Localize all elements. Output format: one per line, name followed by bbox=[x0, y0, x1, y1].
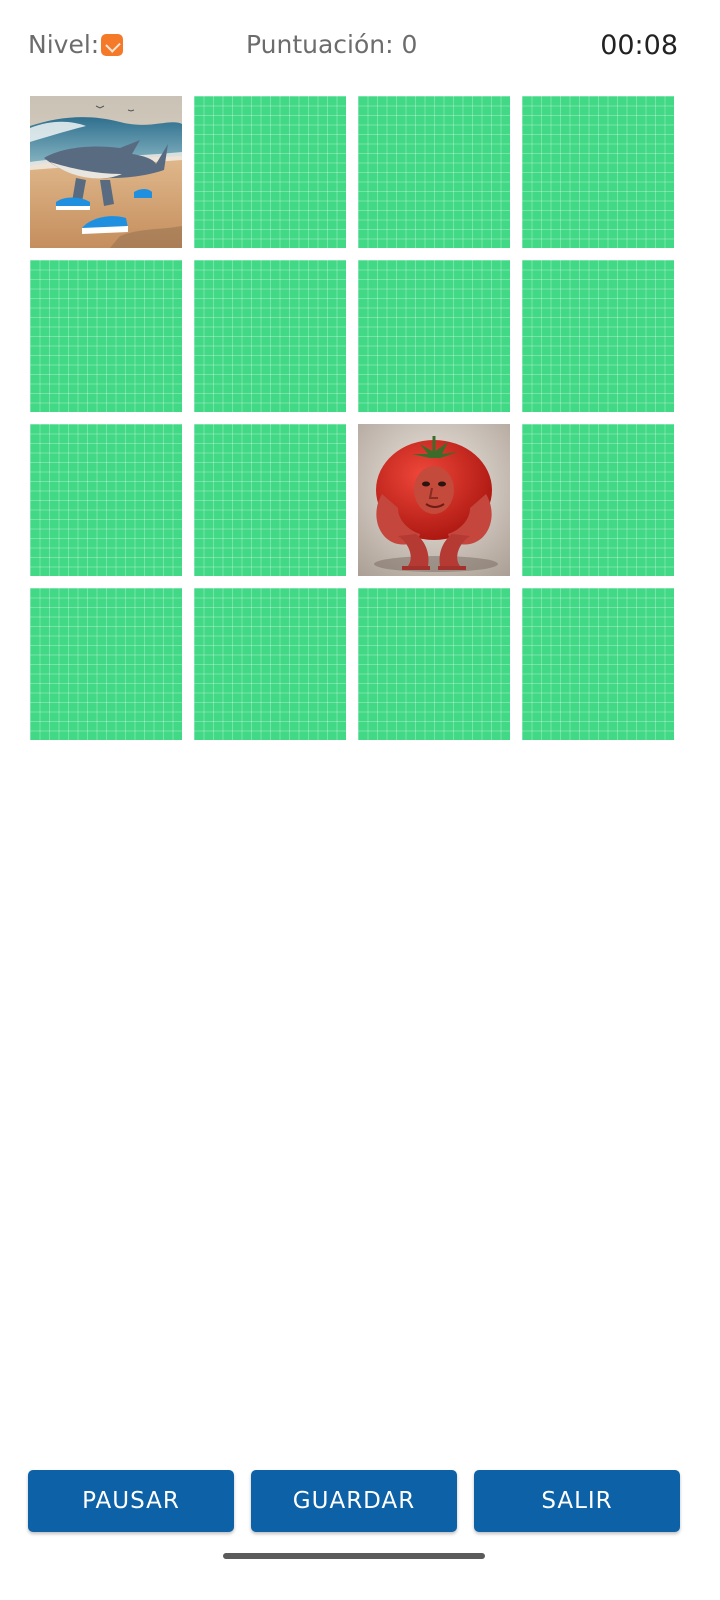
level-label: Nivel: bbox=[28, 30, 100, 59]
level-badge-icon bbox=[101, 33, 124, 56]
home-indicator[interactable] bbox=[223, 1553, 485, 1559]
card-hidden[interactable] bbox=[194, 260, 346, 412]
card-shark-image[interactable] bbox=[30, 96, 182, 248]
timer: 00:08 bbox=[600, 30, 678, 61]
card-hidden[interactable] bbox=[194, 424, 346, 576]
card-hidden[interactable] bbox=[358, 96, 510, 248]
card-hidden[interactable] bbox=[522, 96, 674, 248]
card-hidden[interactable] bbox=[522, 260, 674, 412]
card-hidden[interactable] bbox=[358, 588, 510, 740]
game-screen: Nivel: Puntuación: 0 00:08 PAUSAR GUARDA… bbox=[0, 0, 720, 1600]
exit-button[interactable]: SALIR bbox=[474, 1470, 680, 1532]
level-indicator: Nivel: bbox=[28, 30, 124, 59]
game-hud: Nivel: Puntuación: 0 00:08 bbox=[0, 26, 720, 68]
card-hidden[interactable] bbox=[522, 588, 674, 740]
card-tomato-image[interactable] bbox=[358, 424, 510, 576]
card-hidden[interactable] bbox=[194, 588, 346, 740]
card-hidden[interactable] bbox=[30, 588, 182, 740]
muscular-tomato-image bbox=[358, 424, 510, 576]
card-hidden[interactable] bbox=[30, 424, 182, 576]
game-actions: PAUSAR GUARDAR SALIR bbox=[28, 1470, 680, 1532]
shark-in-sneakers-image bbox=[30, 96, 182, 248]
pause-button[interactable]: PAUSAR bbox=[28, 1470, 234, 1532]
card-hidden[interactable] bbox=[194, 96, 346, 248]
card-hidden[interactable] bbox=[30, 260, 182, 412]
save-button[interactable]: GUARDAR bbox=[251, 1470, 457, 1532]
card-hidden[interactable] bbox=[358, 260, 510, 412]
score-label: Puntuación: 0 bbox=[246, 30, 418, 59]
memory-board bbox=[30, 96, 676, 740]
card-hidden[interactable] bbox=[522, 424, 674, 576]
